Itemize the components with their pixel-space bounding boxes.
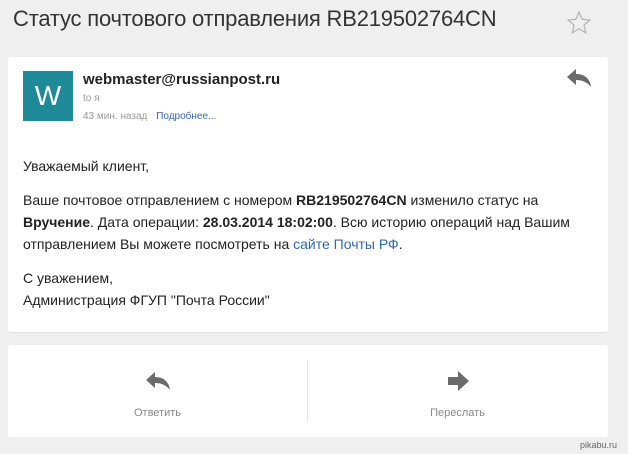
operation-date: 28.03.2014 18:02:00 (202, 214, 333, 230)
star-icon[interactable] (566, 10, 592, 36)
subject-bar: Статус почтового отправления RB219502764… (0, 0, 628, 50)
recipient-line: to я (83, 93, 100, 104)
details-link[interactable]: Подробнее... (156, 111, 216, 122)
regards: С уважением, (23, 270, 114, 286)
body-text: Ваше почтовое отправлением с номером (23, 192, 297, 208)
timestamp: 43 мин. назад (83, 111, 148, 122)
email-subject: Статус почтового отправления RB219502764… (13, 6, 497, 31)
body-text: . (398, 236, 403, 252)
forward-button[interactable]: Переслать (308, 345, 607, 437)
signature: Администрация ФГУП "Почта России" (23, 292, 270, 308)
post-site-link[interactable]: сайте Почты РФ (293, 236, 399, 252)
greeting: Уважаемый клиент, (23, 158, 150, 174)
actions-card: Ответить Переслать (8, 345, 608, 437)
watermark: pikabu.ru (580, 440, 618, 450)
reply-icon (146, 372, 170, 390)
message-card: W webmaster@russianpost.ru to я 43 мин. … (8, 57, 608, 332)
tracking-number: RB219502764CN (296, 192, 407, 208)
timestamp-line: 43 мин. назад Подробнее... (83, 111, 216, 122)
delivery-status: Вручение (23, 214, 91, 230)
body-text: . Дата операции: (90, 214, 203, 230)
message-body: Уважаемый клиент, Ваше почтовое отправле… (23, 155, 593, 311)
body-text: изменило статус на (406, 192, 539, 208)
forward-icon (448, 371, 469, 391)
avatar: W (23, 71, 73, 121)
closing: С уважением, Администрация ФГУП "Почта Р… (23, 267, 593, 311)
forward-label: Переслать (430, 407, 485, 419)
sender-email[interactable]: webmaster@russianpost.ru (83, 71, 280, 88)
body-paragraph: Ваше почтовое отправлением с номером RB2… (23, 189, 593, 255)
reply-icon[interactable] (565, 67, 593, 89)
reply-button[interactable]: Ответить (8, 345, 307, 437)
reply-label: Ответить (133, 407, 182, 419)
